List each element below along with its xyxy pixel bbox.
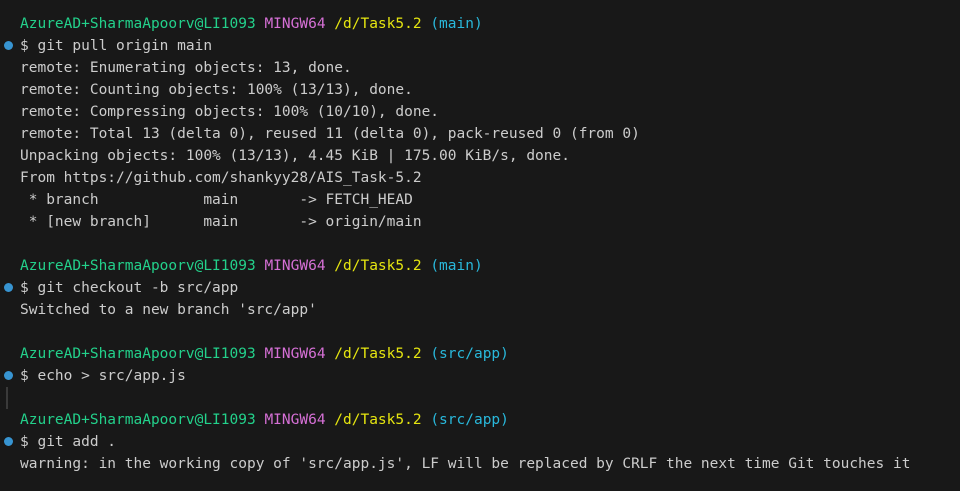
prompt-path: /d/Task5.2 bbox=[334, 258, 422, 274]
command-text: $ git checkout -b src/app bbox=[20, 280, 239, 296]
output-line: * branch main -> FETCH_HEAD bbox=[20, 192, 413, 208]
prompt-user: AzureAD+SharmaApoorv@LI1093 bbox=[20, 258, 256, 274]
command-text: $ echo > src/app.js bbox=[20, 368, 186, 384]
prompt-branch: (src/app) bbox=[430, 346, 509, 362]
command-line: $ git add . bbox=[0, 431, 960, 453]
command-line: $ git checkout -b src/app bbox=[0, 277, 960, 299]
command-marker-icon[interactable] bbox=[4, 371, 13, 380]
blank-line bbox=[0, 387, 960, 409]
output-line: remote: Total 13 (delta 0), reused 11 (d… bbox=[20, 126, 640, 142]
command-text: $ git pull origin main bbox=[20, 38, 213, 54]
prompt-system: MINGW64 bbox=[264, 412, 326, 428]
output-line: warning: in the working copy of 'src/app… bbox=[20, 456, 911, 472]
command-marker-icon[interactable] bbox=[4, 283, 13, 292]
prompt-path: /d/Task5.2 bbox=[334, 412, 422, 428]
prompt-user: AzureAD+SharmaApoorv@LI1093 bbox=[20, 16, 256, 32]
prompt-user: AzureAD+SharmaApoorv@LI1093 bbox=[20, 346, 256, 362]
prompt-branch: (main) bbox=[430, 16, 483, 32]
command-marker-icon[interactable] bbox=[4, 437, 13, 446]
prompt-line: AzureAD+SharmaApoorv@LI1093 MINGW64 /d/T… bbox=[0, 13, 960, 35]
prompt-line: AzureAD+SharmaApoorv@LI1093 MINGW64 /d/T… bbox=[0, 409, 960, 431]
prompt-path: /d/Task5.2 bbox=[334, 346, 422, 362]
output-line: Switched to a new branch 'src/app' bbox=[20, 302, 317, 318]
prompt-system: MINGW64 bbox=[264, 258, 326, 274]
output-line: remote: Counting objects: 100% (13/13), … bbox=[20, 82, 413, 98]
output-line: * [new branch] main -> origin/main bbox=[20, 214, 422, 230]
terminal-output[interactable]: AzureAD+SharmaApoorv@LI1093 MINGW64 /d/T… bbox=[0, 13, 960, 475]
output-line: Unpacking objects: 100% (13/13), 4.45 Ki… bbox=[20, 148, 570, 164]
output-line: From https://github.com/shankyy28/AIS_Ta… bbox=[20, 170, 422, 186]
prompt-path: /d/Task5.2 bbox=[334, 16, 422, 32]
prompt-line: AzureAD+SharmaApoorv@LI1093 MINGW64 /d/T… bbox=[0, 343, 960, 365]
command-marker-icon[interactable] bbox=[4, 41, 13, 50]
prompt-system: MINGW64 bbox=[264, 16, 326, 32]
prompt-system: MINGW64 bbox=[264, 346, 326, 362]
prompt-line: AzureAD+SharmaApoorv@LI1093 MINGW64 /d/T… bbox=[0, 255, 960, 277]
command-line: $ echo > src/app.js bbox=[0, 365, 960, 387]
prompt-user: AzureAD+SharmaApoorv@LI1093 bbox=[20, 412, 256, 428]
prompt-branch: (main) bbox=[430, 258, 483, 274]
gutter-bar bbox=[6, 387, 8, 409]
command-text: $ git add . bbox=[20, 434, 117, 450]
prompt-branch: (src/app) bbox=[430, 412, 509, 428]
command-line: $ git pull origin main bbox=[0, 35, 960, 57]
output-line: remote: Compressing objects: 100% (10/10… bbox=[20, 104, 440, 120]
output-line: remote: Enumerating objects: 13, done. bbox=[20, 60, 352, 76]
